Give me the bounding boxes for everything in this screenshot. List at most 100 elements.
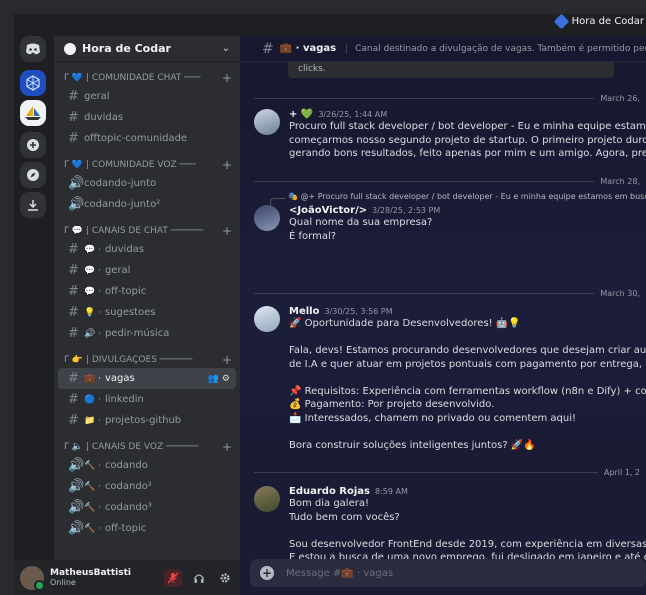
message-line: 🚀 Oportunidade para Desenvolvedores! 🤖💡	[289, 318, 521, 329]
message-author[interactable]: Mello	[289, 306, 319, 317]
hash-icon: #	[68, 284, 79, 299]
headphones-icon[interactable]	[190, 569, 208, 587]
add-channel-icon[interactable]: +	[222, 353, 232, 367]
channel-item[interactable]: # 💬 · geral	[58, 260, 236, 281]
message-author[interactable]: + 💚	[289, 109, 313, 120]
channel-emoji: 🔨 ·	[84, 460, 101, 471]
message[interactable]: + 💚 3/26/25, 1:44 AM Procuro full stack d…	[254, 109, 646, 161]
speaker-icon: 🔊	[68, 197, 85, 212]
avatar[interactable]	[254, 306, 280, 332]
message[interactable]: <JoãoVictor/> 3/28/25, 2:53 PM Qual nome …	[254, 205, 646, 243]
server-name: Hora de Codar	[82, 42, 171, 55]
server-rail	[14, 36, 54, 595]
channel-name: codando²	[104, 481, 152, 492]
server-hora-de-codar[interactable]	[20, 70, 46, 96]
message-line: de I.A e quer atuar em projetos pontuais…	[289, 358, 646, 370]
message-line: começarmos nosso segundo projeto de star…	[289, 134, 646, 146]
composer-placeholder[interactable]: Message #💼 · vagas	[286, 568, 393, 579]
channel-item[interactable]: # duvidas	[58, 107, 236, 128]
message-line: Qual nome da sua empresa?	[289, 217, 433, 228]
channel-name: codando	[104, 460, 148, 471]
channel-item[interactable]: 🔊 🔨 · off-topic	[58, 518, 236, 539]
title-server: Hora de Codar	[553, 13, 644, 30]
hash-icon: #	[68, 89, 79, 104]
attach-plus-icon[interactable]: +	[260, 566, 274, 580]
server-header[interactable]: Hora de Codar ⌄	[54, 36, 240, 62]
message-time: 3/30/25, 3:56 PM	[324, 307, 393, 316]
category-header[interactable]: Γ 💙 | COMUNIDADE CHAT ─── +	[54, 70, 240, 86]
category-header[interactable]: Γ 👉 | DIVULGAÇÕES ────── +	[54, 352, 240, 368]
channel-item[interactable]: # 💬 · duvidas	[58, 239, 236, 260]
add-channel-icon[interactable]: +	[222, 158, 232, 172]
message-line: gerando bons resultados, feito apenas po…	[289, 148, 646, 159]
message-gap	[289, 524, 646, 538]
message-time: 3/26/25, 1:44 AM	[318, 110, 388, 119]
channel-item[interactable]: # 📁 · projetos-github	[58, 410, 236, 431]
add-channel-icon[interactable]: +	[222, 71, 232, 85]
chevron-down-icon[interactable]: ⌄	[222, 43, 230, 54]
category-header[interactable]: Γ 🔈 | CANAIS DE VOZ ────── +	[54, 439, 240, 455]
message-time: 3/28/25, 2:53 PM	[372, 206, 441, 215]
gear-icon[interactable]	[216, 569, 234, 587]
embed-tail: clicks.	[288, 62, 614, 78]
channel-name: sugestoes	[104, 307, 156, 318]
server-sailboat[interactable]	[20, 100, 46, 126]
date-label: March 30,	[600, 288, 640, 298]
channel-item[interactable]: # 🔊 · pedir-música	[58, 323, 236, 344]
explore-button[interactable]	[20, 162, 46, 188]
discord-home-button[interactable]	[20, 36, 46, 62]
avatar[interactable]	[254, 205, 280, 231]
message-composer[interactable]: + Message #💼 · vagas	[250, 559, 646, 587]
server-hex-icon	[553, 13, 569, 30]
channel-emoji: 💬 ·	[84, 286, 101, 297]
hash-icon: #	[68, 326, 79, 341]
message-line: 💰 Pagamento: Por projeto desenvolvido.	[289, 399, 495, 410]
category-header[interactable]: Γ 💬 | CANAIS DE CHAT ────── +	[54, 223, 240, 239]
channel-item[interactable]: # geral	[58, 86, 236, 107]
add-server-button[interactable]	[20, 132, 46, 158]
message-line: Sou desenvolvedor FrontEnd desde 2019, c…	[289, 538, 646, 550]
channel-item[interactable]: # offtopic-comunidade	[58, 128, 236, 149]
channel-item[interactable]: # 💡 · sugestoes	[58, 302, 236, 323]
message[interactable]: Mello 3/30/25, 3:56 PM 🚀 Oportunidade par…	[254, 306, 646, 452]
channel-topic[interactable]: Canal destinado a divulgação de vagas. T…	[346, 43, 646, 54]
message-line: Tudo bem com vocês?	[289, 511, 400, 523]
channel-item[interactable]: 🔊 🔨 · codando²	[58, 476, 236, 497]
message-author[interactable]: Eduardo Rojas	[289, 486, 370, 497]
hash-icon: #	[68, 242, 79, 257]
channel-item[interactable]: 🔊 codando-junto²	[58, 194, 236, 215]
reply-reference[interactable]: 🎭 @+ Procuro full stack developer / bot …	[270, 192, 646, 207]
message-list: clicks. March 26, + 💚 3/26/25, 1:44 AM Pr…	[240, 62, 646, 577]
plus-circle-icon	[27, 139, 39, 151]
message-time: 8:59 AM	[375, 487, 408, 496]
channel-item[interactable]: 🔊 🔨 · codando	[58, 455, 236, 476]
channel-settings-icon[interactable]: 👥 ⚙	[208, 374, 230, 384]
microphone-muted-icon[interactable]	[164, 568, 182, 587]
message-gap	[289, 425, 646, 439]
add-channel-icon[interactable]: +	[222, 440, 232, 454]
channel-sidebar: Hora de Codar ⌄ Γ 💙 | COMUNIDADE CHAT ──…	[54, 36, 240, 560]
message-author[interactable]: <JoãoVictor/>	[289, 205, 367, 216]
download-apps-button[interactable]	[20, 192, 46, 218]
avatar[interactable]	[20, 565, 45, 591]
channel-title: 💼 · vagas	[279, 43, 337, 54]
channel-name: projetos-github	[104, 415, 182, 426]
channel-name: off-topic	[104, 286, 147, 297]
server-icon	[64, 42, 76, 55]
message-line: 📩 Interessados, chamem no privado ou com…	[289, 412, 577, 424]
channel-item[interactable]: 🔊 🔨 · codando³	[58, 497, 236, 518]
channel-item[interactable]: # 💼 · vagas 👥 ⚙	[58, 368, 236, 389]
hash-icon: #	[68, 305, 79, 320]
add-channel-icon[interactable]: +	[222, 224, 232, 238]
hex-network-icon	[26, 75, 40, 91]
channel-emoji: 🔊 ·	[84, 328, 101, 339]
user-name[interactable]: MatheusBattisti	[50, 568, 131, 578]
channel-item[interactable]: 🔊 codando-junto	[58, 173, 236, 194]
category-header[interactable]: Γ 💙 | COMUNIDADE VOZ ─── +	[54, 157, 240, 173]
avatar[interactable]	[254, 486, 280, 512]
title-server-name: Hora de Codar	[571, 16, 644, 27]
date-divider: March 28,	[254, 175, 646, 187]
channel-item[interactable]: # 💬 · off-topic	[58, 281, 236, 302]
channel-item[interactable]: # 🔵 · linkedin	[58, 389, 236, 410]
avatar[interactable]	[254, 109, 280, 135]
